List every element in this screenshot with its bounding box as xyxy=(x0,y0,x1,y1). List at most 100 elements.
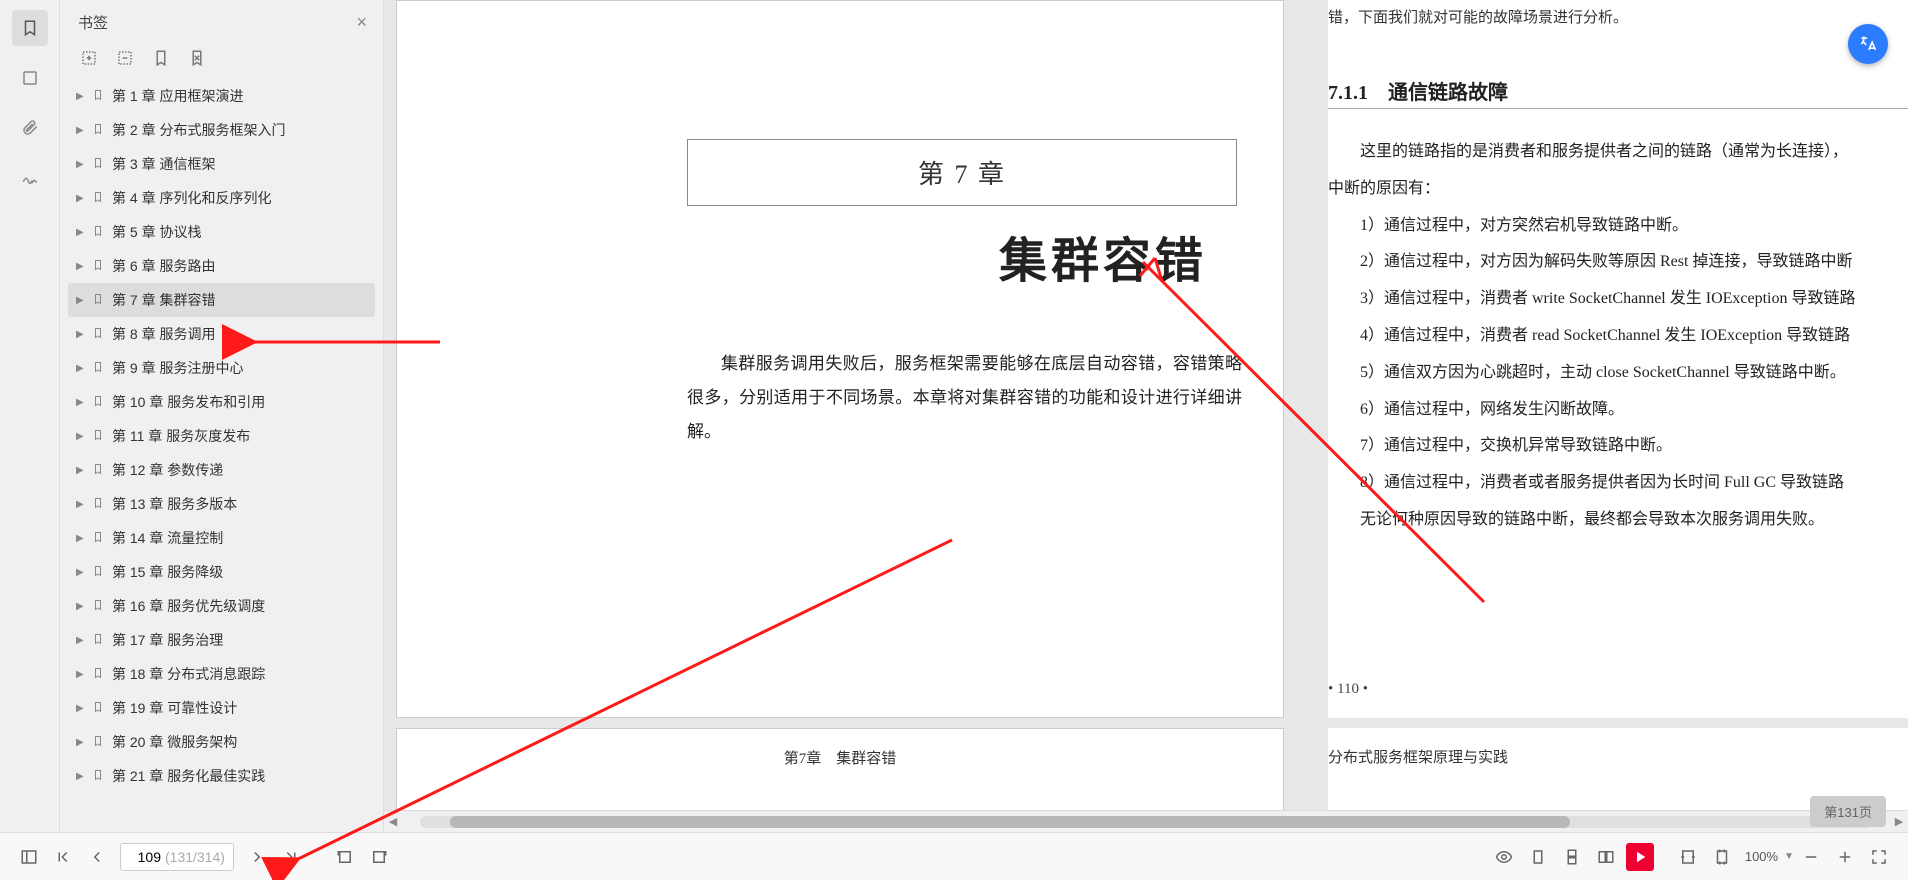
prev-page-icon[interactable] xyxy=(83,843,111,871)
chevron-right-icon: ▶ xyxy=(76,91,86,102)
bookmark-label: 第 10 章 服务发布和引用 xyxy=(112,392,265,412)
bookmark-item[interactable]: ▶第 8 章 服务调用 xyxy=(68,317,375,351)
bookmark-label: 第 18 章 分布式消息跟踪 xyxy=(112,664,265,684)
fit-width-icon[interactable] xyxy=(1674,843,1702,871)
eye-protect-icon[interactable] xyxy=(1490,843,1518,871)
page-number-110: • 110 • xyxy=(1328,681,1908,698)
document-viewport[interactable]: 第 7 章 集群容错 集群服务调用失败后，服务框架需要能够在底层自动容错，容错策… xyxy=(384,0,1908,832)
bookmark-remove-icon[interactable] xyxy=(186,47,208,69)
bookmark-item[interactable]: ▶第 3 章 通信框架 xyxy=(68,147,375,181)
bookmark-icon xyxy=(92,700,106,717)
page-number-input[interactable] xyxy=(121,849,165,865)
bookmark-item[interactable]: ▶第 5 章 协议栈 xyxy=(68,215,375,249)
rotate-ccw-icon[interactable] xyxy=(331,843,359,871)
close-panel-icon[interactable]: × xyxy=(356,12,367,33)
bookmark-icon xyxy=(92,768,106,785)
bookmark-item[interactable]: ▶ 第 7 章 集群容错 xyxy=(68,283,375,317)
bookmark-item[interactable]: ▶ 第 10 章 服务发布和引用 xyxy=(68,385,375,419)
bookmark-item[interactable]: ▶ 第 6 章 服务路由 xyxy=(68,249,375,283)
thumbnails-tab-icon[interactable] xyxy=(12,60,48,96)
last-page-icon[interactable] xyxy=(277,843,305,871)
bookmark-label: 第 4 章 序列化和反序列化 xyxy=(112,188,271,208)
bookmark-item[interactable]: ▶ 第 14 章 流量控制 xyxy=(68,521,375,555)
chevron-right-icon: ▶ xyxy=(76,295,86,306)
bookmark-item[interactable]: ▶ 第 15 章 服务降级 xyxy=(68,555,375,589)
scrollbar-track[interactable] xyxy=(420,816,1872,828)
page-right2-header: 分布式服务框架原理与实践 xyxy=(1328,746,1508,767)
bookmark-item[interactable]: ▶第 16 章 服务优先级调度 xyxy=(68,589,375,623)
panel-toggle-icon[interactable] xyxy=(15,843,43,871)
bookmark-icon xyxy=(92,394,106,411)
bookmark-item[interactable]: ▶第 11 章 服务灰度发布 xyxy=(68,419,375,453)
two-page-icon[interactable] xyxy=(1592,843,1620,871)
bookmark-label: 第 2 章 分布式服务框架入门 xyxy=(112,120,285,140)
translate-float-button[interactable] xyxy=(1848,24,1888,64)
bookmark-item[interactable]: ▶第 17 章 服务治理 xyxy=(68,623,375,657)
bookmark-icon xyxy=(92,666,106,683)
left-icon-bar xyxy=(0,0,60,832)
chevron-right-icon: ▶ xyxy=(76,261,86,272)
bookmark-item[interactable]: ▶第 20 章 微服务架构 xyxy=(68,725,375,759)
chevron-right-icon: ▶ xyxy=(76,431,86,442)
bookmark-label: 第 7 章 集群容错 xyxy=(112,290,215,310)
bookmark-icon xyxy=(92,224,106,241)
bookmark-item[interactable]: ▶第 2 章 分布式服务框架入门 xyxy=(68,113,375,147)
chevron-right-icon: ▶ xyxy=(76,397,86,408)
rotate-cw-icon[interactable] xyxy=(365,843,393,871)
chevron-right-icon: ▶ xyxy=(76,533,86,544)
bookmark-icon xyxy=(92,258,106,275)
fullscreen-icon[interactable] xyxy=(1865,843,1893,871)
collapse-all-icon[interactable] xyxy=(114,47,136,69)
chapter-intro: 集群服务调用失败后，服务框架需要能够在底层自动容错，容错策略很多，分别适用于不同… xyxy=(687,347,1242,449)
scrollbar-thumb[interactable] xyxy=(450,816,1570,828)
bookmark-icon xyxy=(92,462,106,479)
bookmark-item[interactable]: ▶第 1 章 应用框架演进 xyxy=(68,79,375,113)
chevron-right-icon: ▶ xyxy=(76,703,86,714)
attachments-tab-icon[interactable] xyxy=(12,110,48,146)
bookmark-outline-icon[interactable] xyxy=(150,47,172,69)
bookmark-icon xyxy=(92,428,106,445)
page-left-next: 第7章 集群容错 7 1 2 服务端超时 xyxy=(396,728,1284,810)
next-page-icon[interactable] xyxy=(243,843,271,871)
continuous-icon[interactable] xyxy=(1558,843,1586,871)
bookmark-item[interactable]: ▶第 21 章 服务化最佳实践 xyxy=(68,759,375,793)
right-body: 这里的链路指的是消费者和服务提供者之间的链路（通常为长连接），中断的原因有：1）… xyxy=(1328,134,1908,539)
chevron-right-icon: ▶ xyxy=(76,363,86,374)
scroll-right-arrow-icon[interactable]: ▶ xyxy=(1890,815,1908,828)
expand-all-icon[interactable] xyxy=(78,47,100,69)
bookmark-item[interactable]: ▶第 18 章 分布式消息跟踪 xyxy=(68,657,375,691)
scroll-left-arrow-icon[interactable]: ◀ xyxy=(384,815,402,828)
zoom-in-icon[interactable] xyxy=(1831,843,1859,871)
zoom-dropdown-icon[interactable]: ▼ xyxy=(1784,851,1794,862)
single-page-icon[interactable] xyxy=(1524,843,1552,871)
play-slideshow-icon[interactable] xyxy=(1626,843,1654,871)
bookmark-label: 第 15 章 服务降级 xyxy=(112,562,223,582)
bookmark-icon xyxy=(92,530,106,547)
bookmark-item[interactable]: ▶第 4 章 序列化和反序列化 xyxy=(68,181,375,215)
bookmark-item[interactable]: ▶ 第 19 章 可靠性设计 xyxy=(68,691,375,725)
bookmark-label: 第 14 章 流量控制 xyxy=(112,528,223,548)
chapter-title: 集群容错 xyxy=(687,221,1237,291)
zoom-label: 100% xyxy=(1745,849,1778,864)
chevron-right-icon: ▶ xyxy=(76,601,86,612)
bookmark-label: 第 8 章 服务调用 xyxy=(112,324,215,344)
first-page-icon[interactable] xyxy=(49,843,77,871)
bookmark-item[interactable]: ▶第 9 章 服务注册中心 xyxy=(68,351,375,385)
fit-page-icon[interactable] xyxy=(1708,843,1736,871)
bookmark-icon xyxy=(92,292,106,309)
bookmark-item[interactable]: ▶第 12 章 参数传递 xyxy=(68,453,375,487)
bookmark-label: 第 5 章 协议栈 xyxy=(112,222,201,242)
bookmark-item[interactable]: ▶第 13 章 服务多版本 xyxy=(68,487,375,521)
bookmarks-tab-icon[interactable] xyxy=(12,10,48,46)
section-711-heading: 7.1.1 通信链路故障 xyxy=(1328,76,1508,105)
bookmark-label: 第 6 章 服务路由 xyxy=(112,256,215,276)
page-float-label: 第131页 xyxy=(1810,796,1886,827)
panel-title: 书签 xyxy=(78,12,108,33)
horizontal-scrollbar[interactable]: ◀ ▶ xyxy=(384,810,1908,832)
chevron-right-icon: ▶ xyxy=(76,567,86,578)
signature-tab-icon[interactable] xyxy=(12,160,48,196)
zoom-out-icon[interactable] xyxy=(1797,843,1825,871)
bookmark-label: 第 19 章 可靠性设计 xyxy=(112,698,237,718)
bookmark-icon xyxy=(92,88,106,105)
chevron-right-icon: ▶ xyxy=(76,499,86,510)
